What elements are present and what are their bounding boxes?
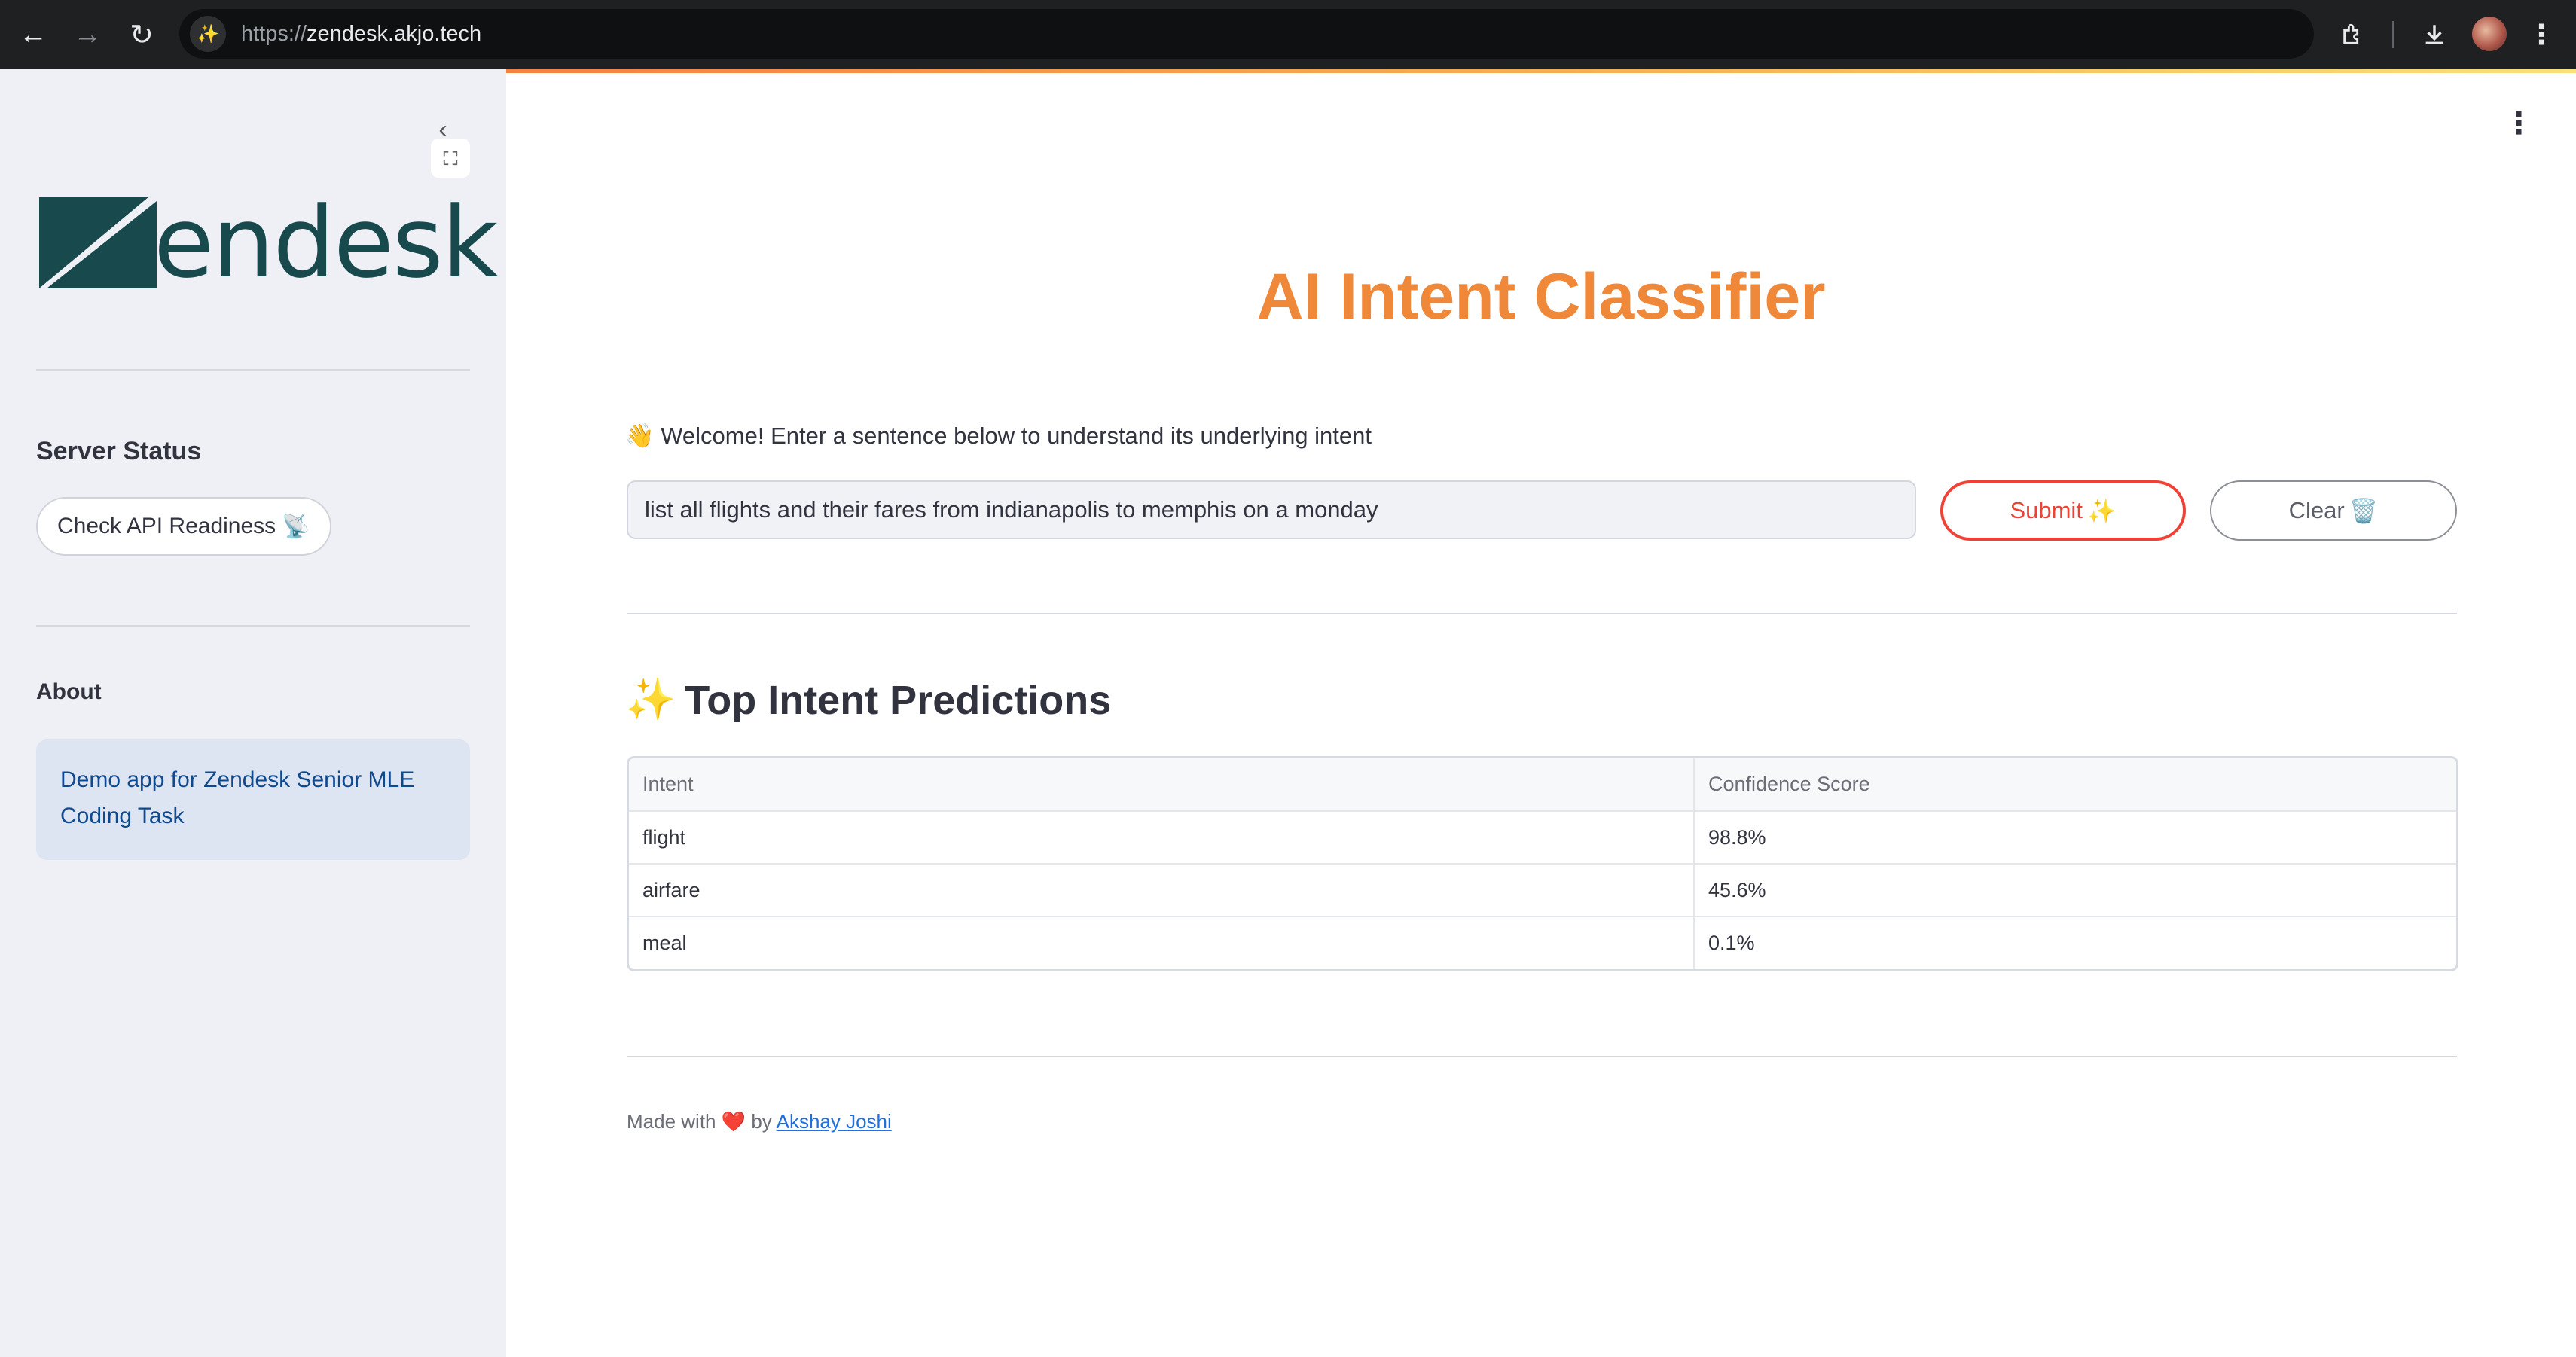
check-api-label: Check API Readiness [57,514,276,538]
heart-icon: ❤️ [721,1110,746,1133]
footer-by: by [751,1110,772,1133]
column-header-confidence[interactable]: Confidence Score [1694,758,2456,812]
query-input[interactable] [627,480,1916,539]
footer-prefix: Made with [627,1110,716,1133]
clear-button[interactable]: Clear 🗑️ [2210,480,2457,541]
author-link[interactable]: Akshay Joshi [777,1110,892,1133]
toolbar-divider [2392,21,2394,48]
main-menu-icon[interactable]: ⋮ [2501,105,2537,142]
submit-button[interactable]: Submit ✨ [1940,480,2186,541]
about-heading: About [36,679,102,704]
sidebar: ‹ endesk Server Status Check API Readine… [0,69,506,1357]
section-divider [627,613,2457,614]
submit-label: Submit [2010,497,2083,523]
url-scheme: https:// [241,21,307,46]
sparkles-icon[interactable]: ✨ [190,16,226,52]
trash-icon: 🗑️ [2349,497,2379,524]
clear-label: Clear [2288,497,2345,523]
column-header-intent[interactable]: Intent [629,758,1695,812]
confidence-cell[interactable]: 0.1% [1694,916,2456,969]
sidebar-divider [36,369,470,371]
confidence-cell[interactable]: 45.6% [1694,864,2456,917]
predictions-table[interactable]: Intent Confidence Score flight 98.8% air… [627,756,2458,971]
sidebar-divider [36,625,470,627]
chrome-menu-icon[interactable]: ⋮ [2520,14,2562,56]
table-row: airfare 45.6% [629,864,2456,917]
footer: Made with ❤️ by Akshay Joshi [627,1110,892,1133]
predictions-heading: ✨ Top Intent Predictions [625,676,1111,724]
footer-divider [627,1056,2457,1057]
welcome-text: 👋 Welcome! Enter a sentence below to und… [625,422,1372,450]
check-api-readiness-button[interactable]: Check API Readiness 📡 [36,497,331,556]
intent-cell[interactable]: meal [629,916,1695,969]
zendesk-logo: endesk [36,185,499,300]
satellite-icon: 📡 [282,514,310,539]
reload-icon[interactable]: ↻ [121,14,163,56]
intent-cell[interactable]: flight [629,811,1695,865]
welcome-message: Welcome! Enter a sentence below to under… [661,422,1372,449]
back-icon[interactable]: ← [12,14,54,56]
fullscreen-icon[interactable] [431,139,470,178]
page-title: AI Intent Classifier [1256,261,1826,333]
predictions-heading-text: Top Intent Predictions [685,677,1112,723]
app-decoration-bar [506,69,2576,73]
download-icon[interactable] [2413,14,2455,56]
table-row: meal 0.1% [629,916,2456,969]
extensions-icon[interactable] [2332,14,2374,56]
address-bar[interactable]: ✨ https://zendesk.akjo.tech [179,9,2314,59]
logo-wordmark: endesk [154,185,499,300]
forward-icon[interactable]: → [66,14,108,56]
about-info-box: Demo app for Zendesk Senior MLE Coding T… [36,739,470,860]
table-row: flight 98.8% [629,811,2456,865]
sparkles-icon: ✨ [2086,497,2117,524]
sparkles-icon: ✨ [625,677,676,722]
zendesk-z-mark-icon [39,197,157,288]
url-host: zendesk.akjo.tech [307,21,482,46]
table-header-row: Intent Confidence Score [629,758,2456,812]
waving-hand-icon: 👋 [625,422,655,449]
browser-toolbar: ← → ↻ ✨ https://zendesk.akjo.tech ⋮ [0,0,2576,69]
profile-avatar[interactable] [2472,17,2507,51]
intent-cell[interactable]: airfare [629,864,1695,917]
url-text[interactable]: https://zendesk.akjo.tech [241,22,481,47]
server-status-heading: Server Status [36,437,202,465]
confidence-cell[interactable]: 98.8% [1694,811,2456,865]
